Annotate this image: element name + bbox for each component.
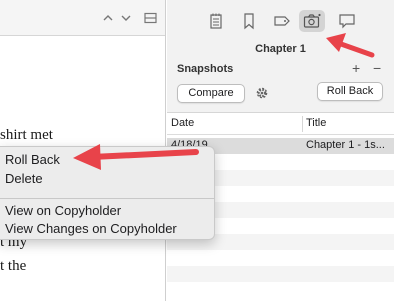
- menu-separator: [0, 198, 215, 199]
- table-header: Date Title: [167, 113, 394, 135]
- tag-icon: [274, 16, 290, 26]
- menu-item-view-changes-on-copyholder[interactable]: View Changes on Copyholder: [5, 221, 177, 236]
- tab-comments[interactable]: [334, 10, 360, 32]
- tab-bookmarks[interactable]: [236, 10, 262, 32]
- remove-snapshot-button[interactable]: −: [373, 61, 381, 75]
- table-cell-title: Chapter 1 - 1s...: [306, 139, 385, 151]
- menu-item-delete[interactable]: Delete: [5, 171, 43, 186]
- gear-icon[interactable]: [255, 86, 269, 103]
- column-header-title[interactable]: Title: [306, 117, 326, 129]
- panel-title: Chapter 1: [255, 43, 306, 55]
- inspector-tabbar: [167, 0, 394, 36]
- bookmark-icon: [244, 13, 254, 30]
- chevron-down-icon[interactable]: [120, 12, 132, 24]
- roll-back-button[interactable]: Roll Back: [317, 82, 383, 101]
- tab-snapshots[interactable]: [299, 10, 325, 32]
- add-snapshot-button[interactable]: +: [352, 61, 360, 75]
- notes-icon: [210, 13, 222, 29]
- tab-metadata[interactable]: [269, 10, 295, 32]
- table-row-empty: [167, 266, 394, 282]
- context-menu: Roll Back Delete View on Copyholder View…: [0, 146, 215, 240]
- column-divider: [302, 116, 303, 132]
- editor-text-line: shirt met: [0, 127, 53, 143]
- snapshots-label: Snapshots: [177, 63, 234, 75]
- compare-button[interactable]: Compare: [177, 84, 245, 103]
- tab-notes[interactable]: [203, 10, 229, 32]
- editor-text-line: t the: [0, 258, 27, 274]
- split-view-icon[interactable]: [144, 12, 157, 24]
- chevron-up-icon[interactable]: [102, 12, 114, 24]
- comment-icon: [339, 14, 355, 29]
- column-header-date[interactable]: Date: [171, 117, 194, 129]
- camera-icon: [303, 13, 321, 28]
- menu-item-roll-back[interactable]: Roll Back: [5, 152, 60, 167]
- editor-header: [0, 0, 165, 36]
- menu-item-view-on-copyholder[interactable]: View on Copyholder: [5, 203, 121, 218]
